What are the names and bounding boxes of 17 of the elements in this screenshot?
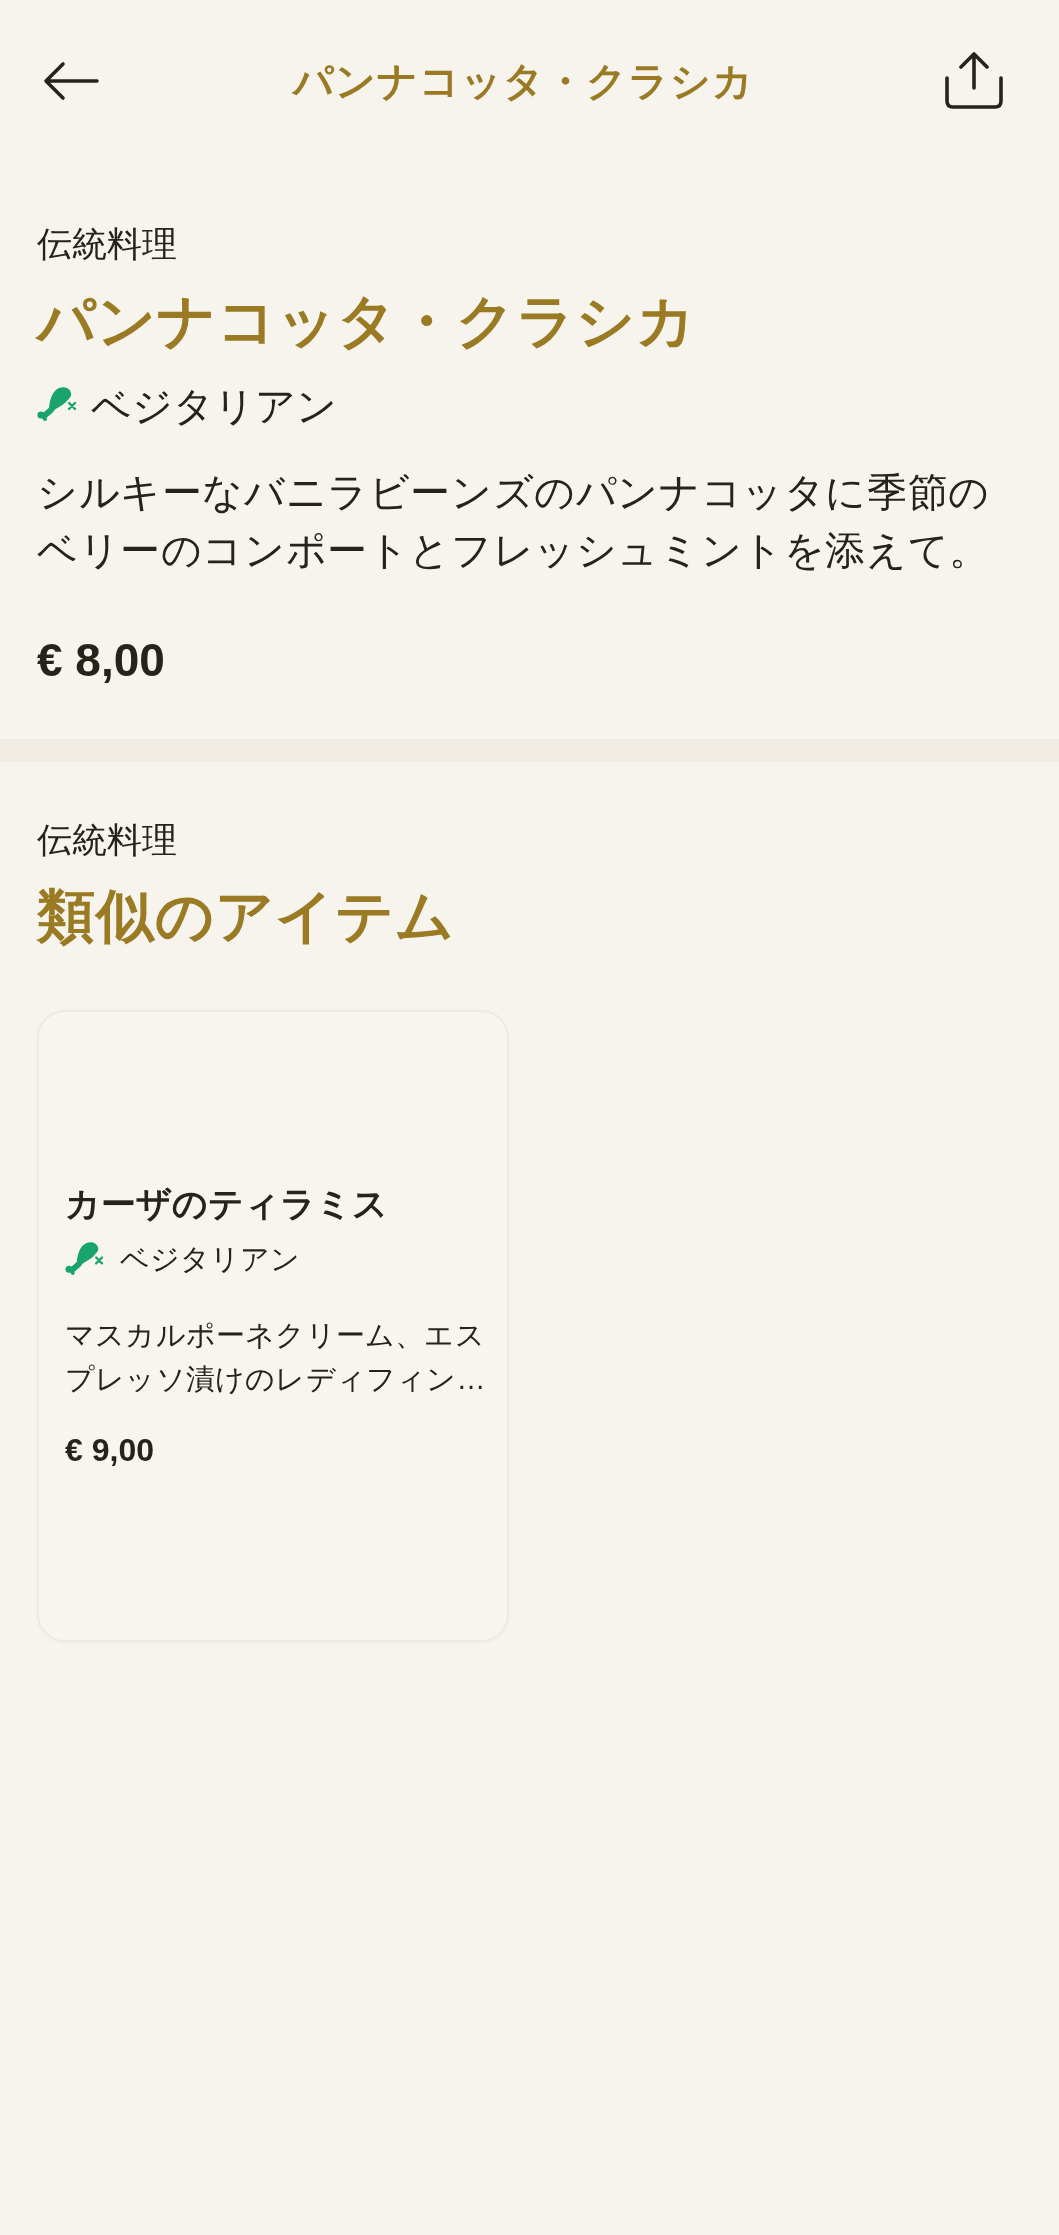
share-icon[interactable] bbox=[945, 51, 1003, 109]
header-title: パンナコッタ・クラシカ bbox=[292, 58, 754, 105]
price-text: € 8,00 bbox=[37, 635, 166, 685]
dish-title: パンナコッタ・クラシカ bbox=[37, 287, 697, 355]
category-label: 伝統料理 bbox=[37, 223, 178, 265]
diet-label: ベジタリアン bbox=[120, 1242, 300, 1277]
drumstick-crossed-icon bbox=[65, 1239, 104, 1275]
item-card[interactable]: カーザのティラミス ベジタリアン マスカルポーネクリーム、エスプレッソ漬けのレディフィン… € 9,00 bbox=[37, 1010, 509, 1642]
arrow-left-icon[interactable] bbox=[43, 61, 99, 101]
item-name: カーザのティラミス bbox=[65, 1183, 389, 1225]
item-price: € 9,00 bbox=[65, 1431, 155, 1470]
item-description: マスカルポーネクリーム、エスプレッソ漬けのレディフィン… bbox=[65, 1318, 487, 1397]
dish-description: シルキーなバニラビーンズのパンナコッタに季節のベリーのコンポートとフレッシュミントを添えて。 bbox=[37, 469, 991, 574]
category-label: 伝統料理 bbox=[37, 819, 178, 861]
drumstick-crossed-icon bbox=[37, 385, 77, 421]
section-heading: 類似のアイテム bbox=[37, 882, 456, 950]
diet-label: ベジタリアン bbox=[91, 383, 337, 430]
